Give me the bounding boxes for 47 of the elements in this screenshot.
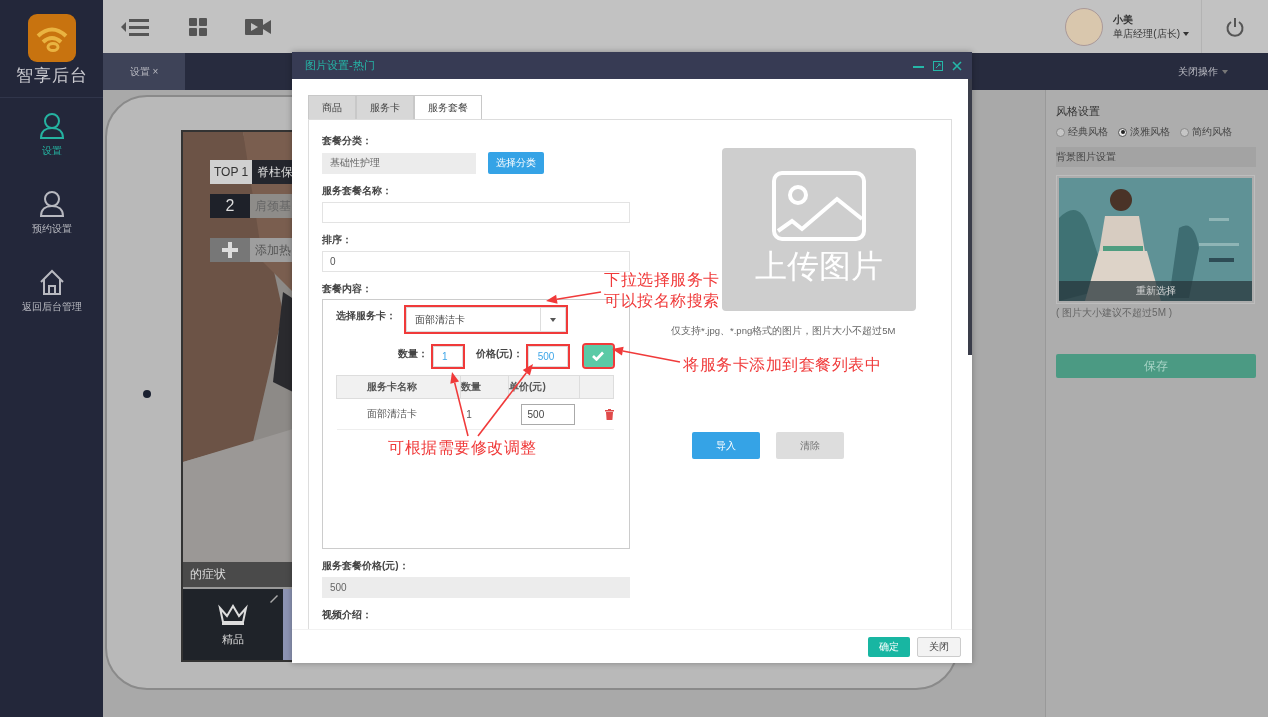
field-label: 套餐内容： (322, 282, 372, 296)
page-tab[interactable]: 设置 × (103, 53, 185, 90)
close-button[interactable]: 关闭 (917, 636, 961, 657)
price-input[interactable]: 500 (520, 403, 575, 425)
table-cell: 1 (460, 398, 509, 430)
dialog-tab[interactable]: 服务卡 (356, 95, 414, 119)
table-cell: 面部清洁卡 (336, 398, 461, 430)
field-label: 套餐分类： (322, 134, 372, 148)
user-name: 小美 (1113, 12, 1135, 27)
rank-badge: TOP 1 (210, 160, 253, 184)
category-field: 基础性护理 (322, 152, 476, 174)
field-label: 价格(元)： (476, 347, 523, 361)
brand-name: 智享后台 (15, 65, 88, 87)
section-title: 风格设置 (1056, 104, 1101, 119)
close-operations-menu[interactable]: 关闭操作 (1178, 53, 1228, 90)
dropdown[interactable]: 面部清洁卡 (406, 307, 566, 332)
package-price-field: 500 (322, 577, 630, 598)
radio-option[interactable]: 简约风格 (1180, 125, 1232, 139)
input-field[interactable]: 0 (322, 251, 630, 272)
sidebar-item[interactable]: 返回后台管理 (21, 268, 82, 314)
annotation-text: 可以按名称搜索 (604, 291, 720, 311)
user-role[interactable]: 单店经理(店长) (1113, 26, 1189, 41)
annotation-text: 下拉选择服务卡 (604, 270, 720, 290)
hint-text: 仅支持*.jpg、*.png格式的图片，图片大小不超过5M (671, 325, 896, 338)
sidebar-item[interactable]: 预约设置 (31, 190, 72, 236)
section-label: 背景图片设置 (1056, 147, 1256, 167)
radio-option[interactable]: 淡雅风格 (1118, 125, 1170, 139)
rank-badge: 2 (210, 194, 250, 218)
field-label: 排序： (322, 233, 352, 247)
field-label: 选择服务卡： (336, 309, 397, 323)
reselect-button[interactable]: 重新选择 (1059, 281, 1252, 301)
hint-text: ( 图片大小建议不超过5M ) (1056, 306, 1174, 320)
sidebar-item[interactable]: 设置 (37, 112, 66, 158)
field-label: 服务套餐价格(元)： (322, 559, 409, 573)
dialog-title: 图片设置-热门 (305, 58, 375, 73)
dialog-tab[interactable]: 服务套餐 (414, 95, 482, 119)
field-label: 服务套餐名称： (322, 184, 392, 198)
column-header: 数量 (460, 375, 509, 399)
annotation-text: 将服务卡添加到套餐列表中 (683, 355, 881, 375)
clear-button[interactable]: 清除 (776, 432, 844, 459)
category-tile[interactable]: 精品 (183, 589, 283, 660)
field-label: 数量： (398, 347, 428, 361)
field-label: 视频介绍： (322, 608, 372, 622)
radio-option[interactable]: 经典风格 (1056, 125, 1108, 139)
column-header: 服务卡名称 (336, 375, 461, 399)
annotation-text: 可根据需要修改调整 (388, 438, 537, 458)
dialog-tab[interactable]: 商品 (308, 95, 356, 119)
